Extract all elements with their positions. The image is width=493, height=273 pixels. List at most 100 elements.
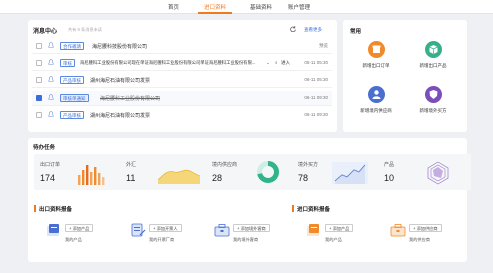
- message-row[interactable]: 产品审核 湖州海尼石油有限公司发票 06-11 09:30: [32, 108, 332, 123]
- message-tag: 产品审核: [60, 111, 84, 119]
- unread-count: 共有 8 条消息未读: [68, 27, 102, 32]
- briefcase-icon: [214, 224, 230, 237]
- message-tag: 审核: [60, 59, 75, 67]
- tile-caption: 我的境外客商: [233, 237, 259, 242]
- message-text: 海尼腰科技股份有限公司: [92, 43, 148, 50]
- chevron-down-icon[interactable]: ⌄: [266, 60, 270, 66]
- active-tab-indicator: [198, 12, 232, 14]
- stat-value: 78: [298, 173, 309, 183]
- message-text: 湖州海尼石油有限公司发票: [90, 112, 151, 119]
- message-text: 海尼腰科工业股份有限公司现在单证海尼腰科工业股份有限公司单证海尼腰科工业股份有限…: [80, 59, 256, 65]
- tile-caption: 我的开票厂商: [149, 237, 175, 242]
- tab-account[interactable]: 账户管理: [288, 3, 310, 11]
- line-chart-icon: [332, 162, 368, 184]
- row-checkbox[interactable]: [36, 60, 42, 66]
- bell-icon: [48, 59, 54, 65]
- row-checkbox[interactable]: [36, 112, 42, 118]
- stat-forex[interactable]: 外汇 11: [120, 154, 213, 190]
- polygon-icon: [427, 161, 449, 185]
- product-icon: [307, 224, 319, 236]
- tile-caption: 我的产品: [325, 237, 342, 242]
- product-icon: [47, 224, 59, 236]
- import-section-marker: [292, 205, 294, 212]
- tab-import[interactable]: 进口资料: [204, 3, 226, 11]
- tab-basic[interactable]: 基础资料: [250, 3, 272, 11]
- message-text: 湖州海尼石油有限公司发票: [90, 77, 151, 84]
- message-time: 05-11 05:30: [304, 59, 328, 65]
- quick-new-foreign-buyer[interactable]: 新增境外买方: [409, 86, 457, 114]
- refresh-icon[interactable]: [290, 26, 296, 32]
- tab-home[interactable]: 首页: [168, 3, 179, 11]
- row-checkbox[interactable]: [36, 43, 42, 49]
- cube-icon: [424, 41, 442, 58]
- message-tag: 合作邀请: [60, 42, 84, 50]
- message-time: 06-11 09:30: [304, 94, 328, 100]
- tile-caption: 我的供应商: [409, 237, 430, 242]
- row-checkbox[interactable]: [36, 77, 42, 83]
- add-foreign-client-button[interactable]: + 添加境外客商: [233, 224, 270, 232]
- message-row[interactable]: 审核单通知 海尼腰科工业股份有限公司 06-11 09:30: [32, 91, 332, 106]
- stat-value: 10: [384, 173, 395, 183]
- quick-label: 新增出口产品: [419, 63, 447, 68]
- message-center: 消息中心 共有 8 条消息未读 查看更多 合作邀请 海尼腰科技股份有限公司 预览…: [28, 20, 337, 132]
- stat-value: 11: [126, 173, 136, 183]
- export-section-title: 出口资料报备: [39, 207, 73, 213]
- quick-label: 新增境外买方: [419, 108, 447, 113]
- row-checkbox[interactable]: [36, 95, 42, 101]
- stat-domestic-suppliers[interactable]: 境内供应商 28: [206, 154, 299, 190]
- import-section-title: 进口资料报备: [297, 207, 331, 213]
- add-supplier-button[interactable]: + 添加供应商: [409, 224, 442, 232]
- export-tile-foreign-clients: + 添加境外客商 我的境外客商: [212, 220, 270, 250]
- quick-new-export-order[interactable]: 新增出口订单: [352, 41, 400, 69]
- quick-label: 新增出口订单: [362, 63, 390, 68]
- stat-value: 28: [212, 173, 223, 183]
- import-tile-suppliers: + 添加供应商 我的供应商: [388, 220, 444, 250]
- quick-new-export-product[interactable]: 新增出口产品: [409, 41, 457, 69]
- search-icon[interactable]: ⌕: [275, 60, 278, 65]
- stat-value: 174: [40, 173, 56, 183]
- user-icon: [367, 86, 385, 103]
- tile-caption: 我的产品: [65, 237, 82, 242]
- message-time: 06-11 05:30: [304, 76, 328, 82]
- bell-icon: [48, 42, 54, 48]
- box-icon: [367, 41, 385, 58]
- stat-label: 产品: [384, 162, 395, 168]
- export-tile-products: + 添加产品 我的产品: [44, 220, 100, 250]
- message-time: 06-11 09:30: [304, 111, 328, 117]
- stat-label: 境外买方: [298, 162, 319, 168]
- briefcase-icon: [390, 224, 406, 237]
- enter-button[interactable]: 进入: [281, 60, 290, 66]
- stat-products[interactable]: 产品 10: [378, 154, 471, 190]
- add-import-product-button[interactable]: + 添加产品: [325, 224, 354, 232]
- quick-actions-title: 常用: [350, 29, 362, 35]
- message-row[interactable]: 合作邀请 海尼腰科技股份有限公司 预览: [32, 39, 332, 54]
- stat-foreign-buyers[interactable]: 境外买方 78: [292, 154, 385, 190]
- message-text: 海尼腰科工业股份有限公司: [100, 95, 161, 102]
- quick-label: 新增境内供应商: [360, 108, 392, 113]
- stat-label: 外汇: [126, 162, 137, 168]
- export-section-marker: [34, 205, 36, 212]
- message-row[interactable]: 产品审核 湖州海尼石油有限公司发票 06-11 05:30: [32, 73, 332, 88]
- message-tag: 审核单通知: [60, 94, 89, 102]
- stat-export-orders[interactable]: 出口订单 174: [34, 154, 127, 190]
- bell-icon: [48, 94, 54, 100]
- donut-chart-icon: [257, 161, 279, 183]
- add-invoicer-button[interactable]: + 添加开票人: [149, 224, 182, 232]
- message-tag: 产品审核: [60, 76, 84, 84]
- message-time: 预览: [319, 42, 328, 48]
- add-product-button[interactable]: + 添加产品: [65, 224, 94, 232]
- stat-label: 出口订单: [40, 162, 61, 168]
- export-tile-invoicers: + 添加开票人 我的开票厂商: [128, 220, 184, 250]
- quick-actions: 常用 新增出口订单 新增出口产品 新增境内供应商 新增境外买方: [343, 20, 467, 132]
- stat-label: 境内供应商: [212, 162, 238, 168]
- quick-new-domestic-supplier[interactable]: 新增境内供应商: [352, 86, 400, 114]
- area-chart-icon: [158, 169, 200, 184]
- view-more-link[interactable]: 查看更多: [304, 27, 322, 33]
- invoice-icon: [131, 223, 146, 237]
- top-nav: 首页 进口资料 基础资料 账户管理: [0, 0, 493, 14]
- import-tile-products: + 添加产品 我的产品: [304, 220, 360, 250]
- bell-icon: [48, 76, 54, 82]
- shield-icon: [424, 86, 442, 103]
- bar-chart-icon: [78, 165, 105, 185]
- message-row[interactable]: 审核 海尼腰科工业股份有限公司现在单证海尼腰科工业股份有限公司单证海尼腰科工业股…: [32, 56, 332, 71]
